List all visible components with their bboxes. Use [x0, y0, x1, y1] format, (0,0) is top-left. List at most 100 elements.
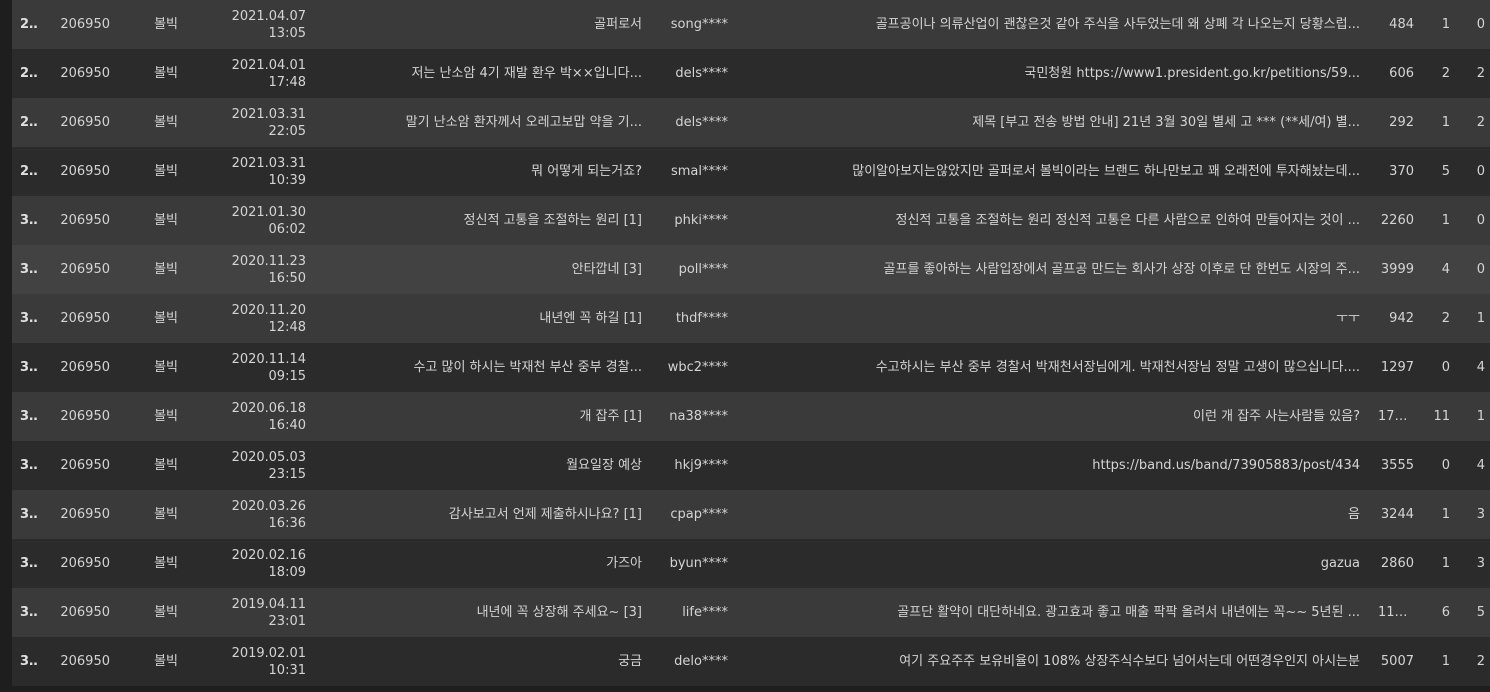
table-row[interactable]: 32 206950 볼빅 2020.11.20 12:48 내년엔 꼭 하길 [… [12, 294, 1490, 343]
datetime-cell: 2020.05.03 23:15 [202, 441, 318, 490]
row-index: 32 [12, 294, 38, 343]
user-id-cell: poll**** [652, 245, 736, 294]
stock-code-cell: 206950 [38, 392, 120, 441]
table-row[interactable]: 34 206950 볼빅 2020.06.18 16:40 개 잡주 [1] n… [12, 392, 1490, 441]
post-title-cell: 뭐 어떻게 되는거죠? [318, 147, 652, 196]
table-row[interactable]: 29 206950 볼빅 2021.03.31 10:39 뭐 어떻게 되는거죠… [12, 147, 1490, 196]
likes-cell: 1 [1422, 98, 1464, 147]
table-row[interactable]: 30 206950 볼빅 2021.01.30 06:02 정신적 고통을 조절… [12, 196, 1490, 245]
date-text: 2021.04.07 [231, 8, 306, 24]
datetime-cell: 2021.03.31 22:05 [202, 98, 318, 147]
date-text: 2020.02.16 [231, 547, 306, 563]
views-cell: 3244 [1370, 490, 1422, 539]
datetime-cell: 2021.01.30 06:02 [202, 196, 318, 245]
user-id-cell: wbc2**** [652, 343, 736, 392]
row-index: 29 [12, 147, 38, 196]
row-index: 37 [12, 539, 38, 588]
dislikes-cell: 4 [1464, 441, 1490, 490]
row-index: 34 [12, 392, 38, 441]
datetime-cell: 2019.02.01 10:31 [202, 637, 318, 686]
stock-name-cell: 볼빅 [120, 441, 202, 490]
row-index: 27 [12, 49, 38, 98]
likes-cell: 1 [1422, 637, 1464, 686]
date-text: 2021.01.30 [231, 204, 306, 220]
post-title-cell: 가즈아 [318, 539, 652, 588]
dislikes-cell: 0 [1464, 0, 1490, 49]
user-id-cell: hkj9**** [652, 441, 736, 490]
datetime-cell: 2021.04.07 13:05 [202, 0, 318, 49]
time-text: 16:40 [268, 417, 306, 433]
date-text: 2021.03.31 [231, 155, 306, 171]
stock-code-cell: 206950 [38, 245, 120, 294]
time-text: 18:09 [268, 564, 306, 580]
likes-cell: 1 [1422, 490, 1464, 539]
views-cell: 292 [1370, 98, 1422, 147]
user-id-cell: smal**** [652, 147, 736, 196]
dislikes-cell: 3 [1464, 539, 1490, 588]
stock-name-cell: 볼빅 [120, 343, 202, 392]
date-text: 2020.11.20 [231, 302, 306, 318]
post-title-cell: 궁금 [318, 637, 652, 686]
post-title-cell: 안타깝네 [3] [318, 245, 652, 294]
stock-name-cell: 볼빅 [120, 294, 202, 343]
stock-name-cell: 볼빅 [120, 490, 202, 539]
post-content-cell: ㅜㅜ [736, 294, 1370, 343]
stock-name-cell: 볼빅 [120, 245, 202, 294]
time-text: 17:48 [268, 74, 306, 90]
table-row[interactable]: 28 206950 볼빅 2021.03.31 22:05 말기 난소암 환자께… [12, 98, 1490, 147]
date-text: 2021.04.01 [231, 57, 306, 73]
post-content-cell: 많이알아보지는않았지만 골퍼로서 볼빅이라는 브랜드 하나만보고 꽤 오래전에 … [736, 147, 1370, 196]
table-row[interactable]: 37 206950 볼빅 2020.02.16 18:09 가즈아 byun**… [12, 539, 1490, 588]
dataframe-table-container[interactable]: 26 206950 볼빅 2021.04.07 13:05 골퍼로서 song*… [12, 0, 1490, 692]
views-cell: 2860 [1370, 539, 1422, 588]
stock-code-cell: 206950 [38, 294, 120, 343]
table-row[interactable]: 27 206950 볼빅 2021.04.01 17:48 저는 난소암 4기 … [12, 49, 1490, 98]
user-id-cell: phki**** [652, 196, 736, 245]
time-text: 23:15 [268, 466, 306, 482]
post-content-cell: 국민청원 https://www1.president.go.kr/petiti… [736, 49, 1370, 98]
row-index: 28 [12, 98, 38, 147]
stock-code-cell: 206950 [38, 490, 120, 539]
table-row[interactable]: 35 206950 볼빅 2020.05.03 23:15 월요일장 예상 hk… [12, 441, 1490, 490]
row-index: 26 [12, 0, 38, 49]
dislikes-cell: 0 [1464, 245, 1490, 294]
date-text: 2020.03.26 [231, 498, 306, 514]
row-index: 35 [12, 441, 38, 490]
likes-cell: 0 [1422, 441, 1464, 490]
table-row[interactable]: 38 206950 볼빅 2019.04.11 23:01 내년에 꼭 상장해 … [12, 588, 1490, 637]
post-content-cell: 이런 개 잡주 사는사람들 있음? [736, 392, 1370, 441]
post-title-cell: 월요일장 예상 [318, 441, 652, 490]
stock-name-cell: 볼빅 [120, 49, 202, 98]
post-content-cell: 제목 [부고 전송 방법 안내] 21년 3월 30일 별세 고 *** (**… [736, 98, 1370, 147]
row-index: 39 [12, 637, 38, 686]
post-content-cell: 골프를 좋아하는 사람입장에서 골프공 만드는 회사가 상장 이후로 단 한번도… [736, 245, 1370, 294]
datetime-cell: 2020.03.26 16:36 [202, 490, 318, 539]
likes-cell: 5 [1422, 147, 1464, 196]
stock-code-cell: 206950 [38, 147, 120, 196]
views-cell: 370 [1370, 147, 1422, 196]
views-cell: 11542 [1370, 588, 1422, 637]
views-cell: 606 [1370, 49, 1422, 98]
table-row[interactable]: 31 206950 볼빅 2020.11.23 16:50 안타깝네 [3] p… [12, 245, 1490, 294]
table-row[interactable]: 39 206950 볼빅 2019.02.01 10:31 궁금 delo***… [12, 637, 1490, 686]
views-cell: 942 [1370, 294, 1422, 343]
stock-name-cell: 볼빅 [120, 147, 202, 196]
stock-code-cell: 206950 [38, 49, 120, 98]
time-text: 13:05 [268, 25, 306, 41]
dislikes-cell: 0 [1464, 196, 1490, 245]
user-id-cell: na38**** [652, 392, 736, 441]
post-title-cell: 저는 난소암 4기 재발 환우 박××입니다... [318, 49, 652, 98]
date-text: 2019.04.11 [231, 596, 306, 612]
table-row[interactable]: 36 206950 볼빅 2020.03.26 16:36 감사보고서 언제 제… [12, 490, 1490, 539]
views-cell: 5007 [1370, 637, 1422, 686]
date-text: 2020.05.03 [231, 449, 306, 465]
stock-name-cell: 볼빅 [120, 196, 202, 245]
views-cell: 484 [1370, 0, 1422, 49]
date-text: 2020.11.23 [231, 253, 306, 269]
user-id-cell: thdf**** [652, 294, 736, 343]
stock-code-cell: 206950 [38, 588, 120, 637]
post-content-cell: 여기 주요주주 보유비율이 108% 상장주식수보다 넘어서는데 어떤경우인지 … [736, 637, 1370, 686]
table-row[interactable]: 33 206950 볼빅 2020.11.14 09:15 수고 많이 하시는 … [12, 343, 1490, 392]
table-row[interactable]: 26 206950 볼빅 2021.04.07 13:05 골퍼로서 song*… [12, 0, 1490, 49]
date-text: 2019.02.01 [231, 645, 306, 661]
